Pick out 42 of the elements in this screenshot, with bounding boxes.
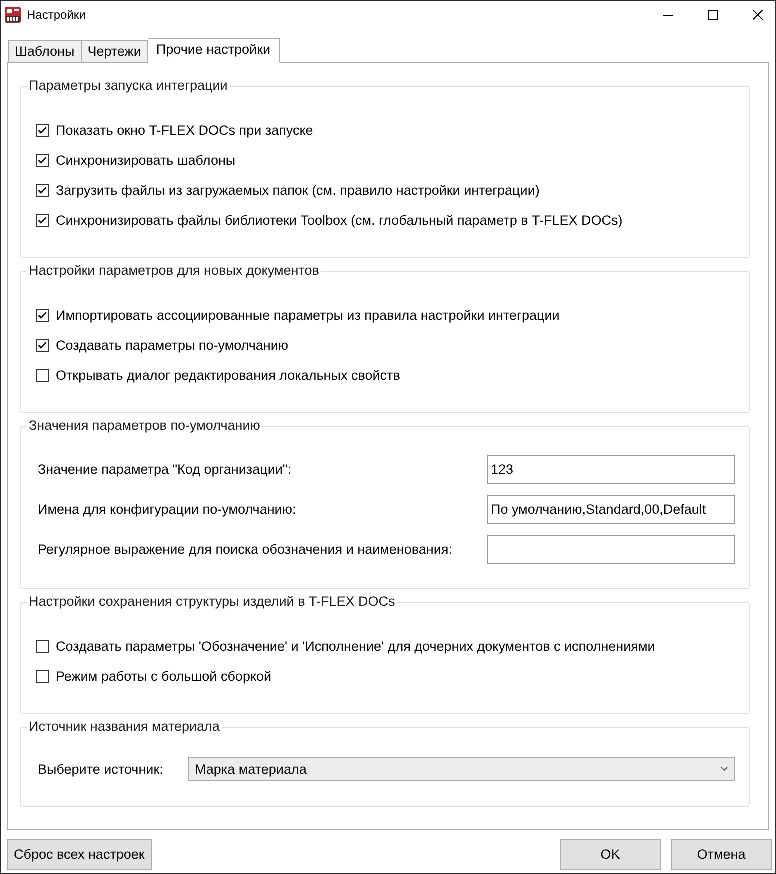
- checkbox[interactable]: [36, 338, 49, 352]
- text-field[interactable]: [487, 535, 735, 564]
- checkbox-label: Синхронизировать шаблоны: [56, 152, 236, 168]
- checkbox[interactable]: [36, 368, 49, 382]
- checkbox[interactable]: [36, 154, 49, 166]
- checkbox[interactable]: [36, 640, 49, 652]
- group-title: Настройки параметров для новых документов: [28, 263, 320, 279]
- checkbox-label: Загрузить файлы из загружаемых папок (см. правило настройки интеграции): [56, 182, 540, 198]
- checkbox[interactable]: [36, 670, 49, 682]
- checkbox-label: Показать окно T-FLEX DOCs при запуске: [56, 122, 314, 138]
- checkbox[interactable]: [36, 124, 49, 136]
- window-title: Настройки: [27, 8, 87, 22]
- dialog-button[interactable]: Сброс всех настроек: [7, 839, 152, 870]
- dialog-button[interactable]: Отмена: [671, 839, 772, 870]
- group-title: Параметры запуска интеграции: [28, 78, 229, 94]
- checkbox[interactable]: [36, 214, 49, 226]
- checkbox-label: Синхронизировать файлы библиотеки Toolbox (см. глобальный параметр в T-FLEX DOCs): [56, 212, 623, 228]
- checkbox-label: Открывать диалог редактирования локальных свойств: [56, 368, 400, 382]
- chevron-down-icon: [721, 767, 728, 771]
- app-logo-icon: [5, 6, 21, 22]
- close-icon: [753, 10, 763, 20]
- checkbox-label: Создавать параметры 'Обозначение' и 'Исполнение' для дочерних документов с исполнениями: [56, 638, 656, 654]
- field-label: Имена для конфигурации по-умолчанию:: [38, 502, 298, 517]
- group-title: Настройки сохранения структуры изделий в T-FLEX DOCs: [28, 594, 396, 610]
- field-label: Регулярное выражение для поиска обозначения и наименования:: [38, 542, 454, 557]
- tab[interactable]: Шаблоны: [8, 40, 82, 63]
- text-field[interactable]: По умолчанию,Standard,00,Default: [487, 495, 735, 524]
- checkbox[interactable]: [36, 184, 49, 196]
- dropdown[interactable]: Марка материала: [188, 757, 735, 781]
- dialog-button[interactable]: OK: [560, 839, 661, 870]
- group-title: Значения параметров по-умолчанию: [28, 418, 262, 434]
- field-label: Выберите источник:: [38, 762, 164, 776]
- checkbox-label: Создавать параметры по-умолчанию: [56, 338, 289, 352]
- checkbox-label: Импортировать ассоциированные параметры из правила настройки интеграции: [56, 308, 560, 322]
- maximize-icon: [708, 10, 718, 20]
- checkbox-label: Режим работы с большой сборкой: [56, 668, 272, 684]
- tab[interactable]: Чертежи: [82, 40, 148, 63]
- field-label: Значение параметра "Код организации":: [38, 462, 292, 477]
- checkbox[interactable]: [36, 308, 49, 322]
- group-title: Источник названия материала: [28, 719, 221, 735]
- text-field[interactable]: 123: [487, 455, 735, 484]
- tab[interactable]: Прочие настройки: [148, 38, 280, 63]
